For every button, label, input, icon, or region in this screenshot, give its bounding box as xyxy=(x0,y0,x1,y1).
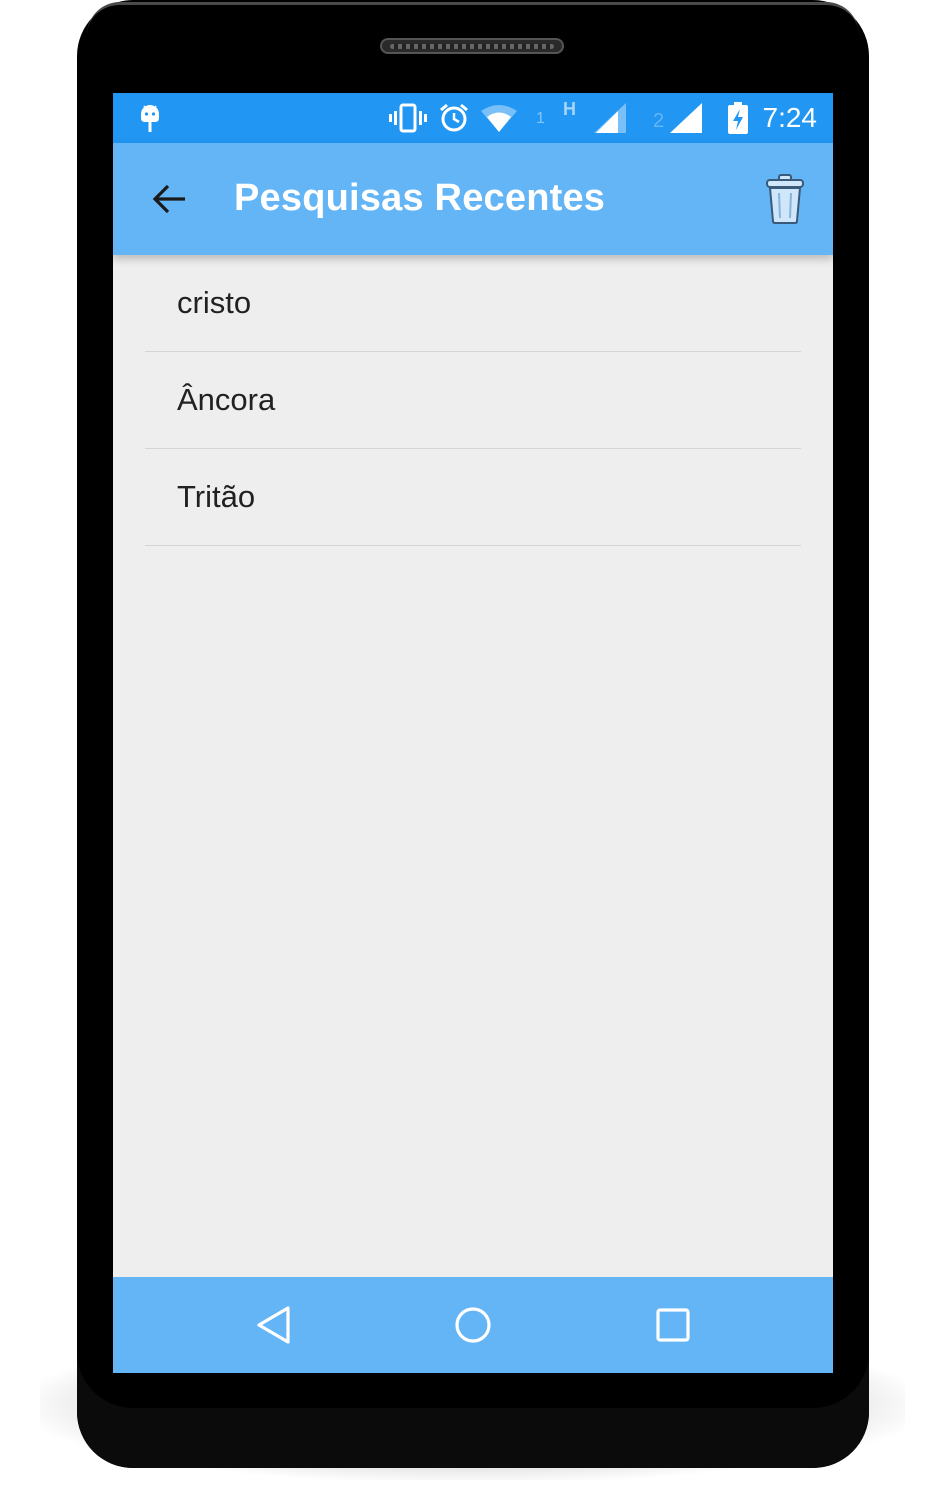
wifi-icon xyxy=(481,101,517,135)
page-title: Pesquisas Recentes xyxy=(234,177,606,219)
signal-sim1-icon xyxy=(593,101,627,135)
back-triangle-icon xyxy=(257,1306,290,1344)
list-item-label: Tritão xyxy=(177,479,256,514)
navigation-bar xyxy=(113,1277,833,1373)
list-item[interactable]: cristo xyxy=(145,255,801,352)
clear-history-button[interactable] xyxy=(757,169,813,229)
alarm-icon xyxy=(439,101,469,135)
nav-back-button[interactable] xyxy=(249,1301,297,1349)
arrow-back-icon xyxy=(152,184,185,214)
android-debug-icon xyxy=(137,101,163,135)
home-circle-icon xyxy=(455,1307,491,1343)
network-type-label: H xyxy=(563,99,576,119)
status-bar: 1 H 2 7:24 xyxy=(113,93,833,143)
signal-sim2-icon xyxy=(669,101,703,135)
earpiece-speaker xyxy=(380,38,564,54)
list-item[interactable]: Tritão xyxy=(145,449,801,546)
list-item[interactable]: Âncora xyxy=(145,352,801,449)
sim1-label: 1 xyxy=(536,110,545,127)
back-button[interactable] xyxy=(141,171,197,227)
status-time: 7:24 xyxy=(762,102,818,133)
list-item-label: cristo xyxy=(177,285,252,320)
battery-charging-icon xyxy=(725,101,751,135)
phone-screen: 1 H 2 7:24 Pesquisas Recentes cristo Ânc… xyxy=(113,93,833,1373)
sim2-label: 2 xyxy=(653,110,665,132)
nav-recents-button[interactable] xyxy=(649,1301,697,1349)
vibrate-icon xyxy=(389,101,427,135)
nav-home-button[interactable] xyxy=(449,1301,497,1349)
trash-icon xyxy=(766,174,804,224)
app-bar: Pesquisas Recentes xyxy=(113,143,833,255)
recent-searches-list: cristo Âncora Tritão xyxy=(113,255,833,546)
recents-square-icon xyxy=(656,1308,690,1342)
list-item-label: Âncora xyxy=(177,382,276,417)
